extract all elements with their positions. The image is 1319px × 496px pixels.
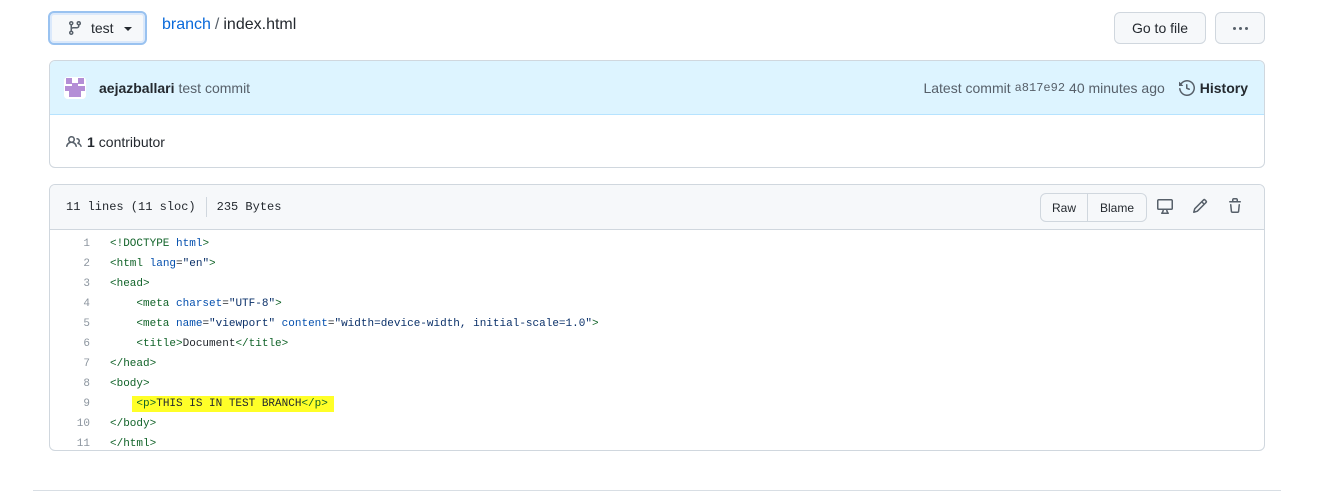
code-text: </body>: [110, 418, 157, 430]
line-number[interactable]: 11: [50, 438, 90, 450]
people-icon: [66, 135, 82, 147]
history-link[interactable]: History: [1178, 80, 1248, 96]
line-number[interactable]: 3: [50, 278, 90, 290]
line-number[interactable]: 10: [50, 418, 90, 430]
code-line: 7 </head>: [50, 354, 1264, 374]
trash-icon: [1229, 198, 1241, 213]
latest-commit-label: Latest commit: [923, 80, 1011, 96]
line-number[interactable]: 2: [50, 258, 90, 270]
pencil-icon: [1192, 198, 1208, 214]
file-viewer: 11 lines (11 sloc) 235 Bytes Raw Blame 1…: [49, 184, 1265, 451]
code-text: <p>THIS IS IN TEST BRANCH</p>: [110, 396, 334, 412]
breadcrumb-repo-link[interactable]: branch: [162, 16, 211, 33]
code-text: <meta charset="UTF-8">: [136, 298, 282, 310]
commit-header: aejazballari test commit Latest commit a…: [50, 61, 1264, 115]
line-number[interactable]: 9: [50, 398, 90, 410]
code-line: 4 <meta charset="UTF-8">: [50, 294, 1264, 314]
line-number[interactable]: 6: [50, 338, 90, 350]
code-line: 8 <body>: [50, 374, 1264, 394]
code-text: </head>: [110, 358, 157, 370]
code-text: <html lang="en">: [110, 258, 216, 270]
breadcrumb-separator: /: [214, 16, 220, 33]
file-size: 235 Bytes: [216, 200, 282, 214]
code-text: <title>Document</title>: [136, 338, 289, 350]
delete-file-button[interactable]: [1226, 197, 1244, 215]
kebab-horizontal-icon: [1232, 26, 1248, 30]
history-icon: [1178, 80, 1195, 96]
identicon-icon: [64, 76, 86, 99]
latest-commit-box: aejazballari test commit Latest commit a…: [49, 60, 1265, 168]
file-info-divider: [205, 197, 207, 217]
commit-sha-link[interactable]: a817e92: [1015, 81, 1065, 95]
desktop-icon: [1157, 199, 1173, 214]
line-number[interactable]: 4: [50, 298, 90, 310]
line-number[interactable]: 1: [50, 238, 90, 250]
code-text: <head>: [110, 278, 150, 290]
edit-file-button[interactable]: [1191, 197, 1209, 215]
blame-button[interactable]: Blame: [1088, 194, 1146, 221]
open-desktop-button[interactable]: [1156, 197, 1174, 215]
commit-time: 40 minutes ago: [1069, 80, 1165, 96]
code-listing: 1 <!DOCTYPE html> 2 <html lang="en"> 3 <head>…: [50, 230, 1264, 450]
breadcrumb: branch / index.html: [162, 15, 296, 35]
code-line: 2 <html lang="en">: [50, 254, 1264, 274]
branch-select-button[interactable]: test: [48, 11, 147, 45]
branch-name: test: [91, 20, 114, 36]
code-line: 1 <!DOCTYPE html>: [50, 234, 1264, 254]
caret-down-icon: [123, 27, 132, 31]
avatar[interactable]: [64, 76, 86, 99]
code-line: 3 <head>: [50, 274, 1264, 294]
commit-author-link[interactable]: aejazballari: [99, 80, 175, 96]
code-line: 5 <meta name="viewport" content="width=d…: [50, 314, 1264, 334]
commit-message-link[interactable]: test commit: [179, 80, 251, 96]
code-text: </html>: [110, 438, 157, 450]
breadcrumb-file-name: index.html: [223, 16, 297, 33]
contributor-count: 1: [87, 133, 95, 150]
more-options-button[interactable]: [1215, 12, 1265, 44]
raw-blame-group: Raw Blame: [1040, 193, 1147, 222]
code-text: <body>: [110, 378, 150, 390]
file-header-bar: test branch / index.html Go to file: [48, 10, 1265, 46]
code-line: 11 </html>: [50, 434, 1264, 450]
code-text: <meta name="viewport" content="width=dev…: [136, 318, 599, 330]
line-number[interactable]: 8: [50, 378, 90, 390]
contributor-label: contributor: [98, 133, 165, 150]
commit-meta: Latest commit a817e92 40 minutes ago His…: [923, 61, 1248, 115]
file-info-bar: 11 lines (11 sloc) 235 Bytes Raw Blame: [50, 185, 1264, 230]
line-number[interactable]: 5: [50, 318, 90, 330]
footer-divider: [33, 490, 1281, 491]
contributors-row[interactable]: 1 contributor: [50, 115, 1264, 167]
file-lines-info: 11 lines (11 sloc): [66, 200, 196, 214]
highlighted-code: <p>THIS IS IN TEST BRANCH</p>: [132, 396, 334, 412]
go-to-file-button[interactable]: Go to file: [1114, 12, 1206, 44]
raw-button[interactable]: Raw: [1041, 194, 1088, 221]
git-branch-icon: [68, 21, 81, 36]
code-line: 10 </body>: [50, 414, 1264, 434]
code-text: <!DOCTYPE html>: [110, 238, 210, 250]
history-label: History: [1199, 80, 1248, 96]
code-line: 9 <p>THIS IS IN TEST BRANCH</p>: [50, 394, 1264, 414]
code-line: 6 <title>Document</title>: [50, 334, 1264, 354]
line-number[interactable]: 7: [50, 358, 90, 370]
